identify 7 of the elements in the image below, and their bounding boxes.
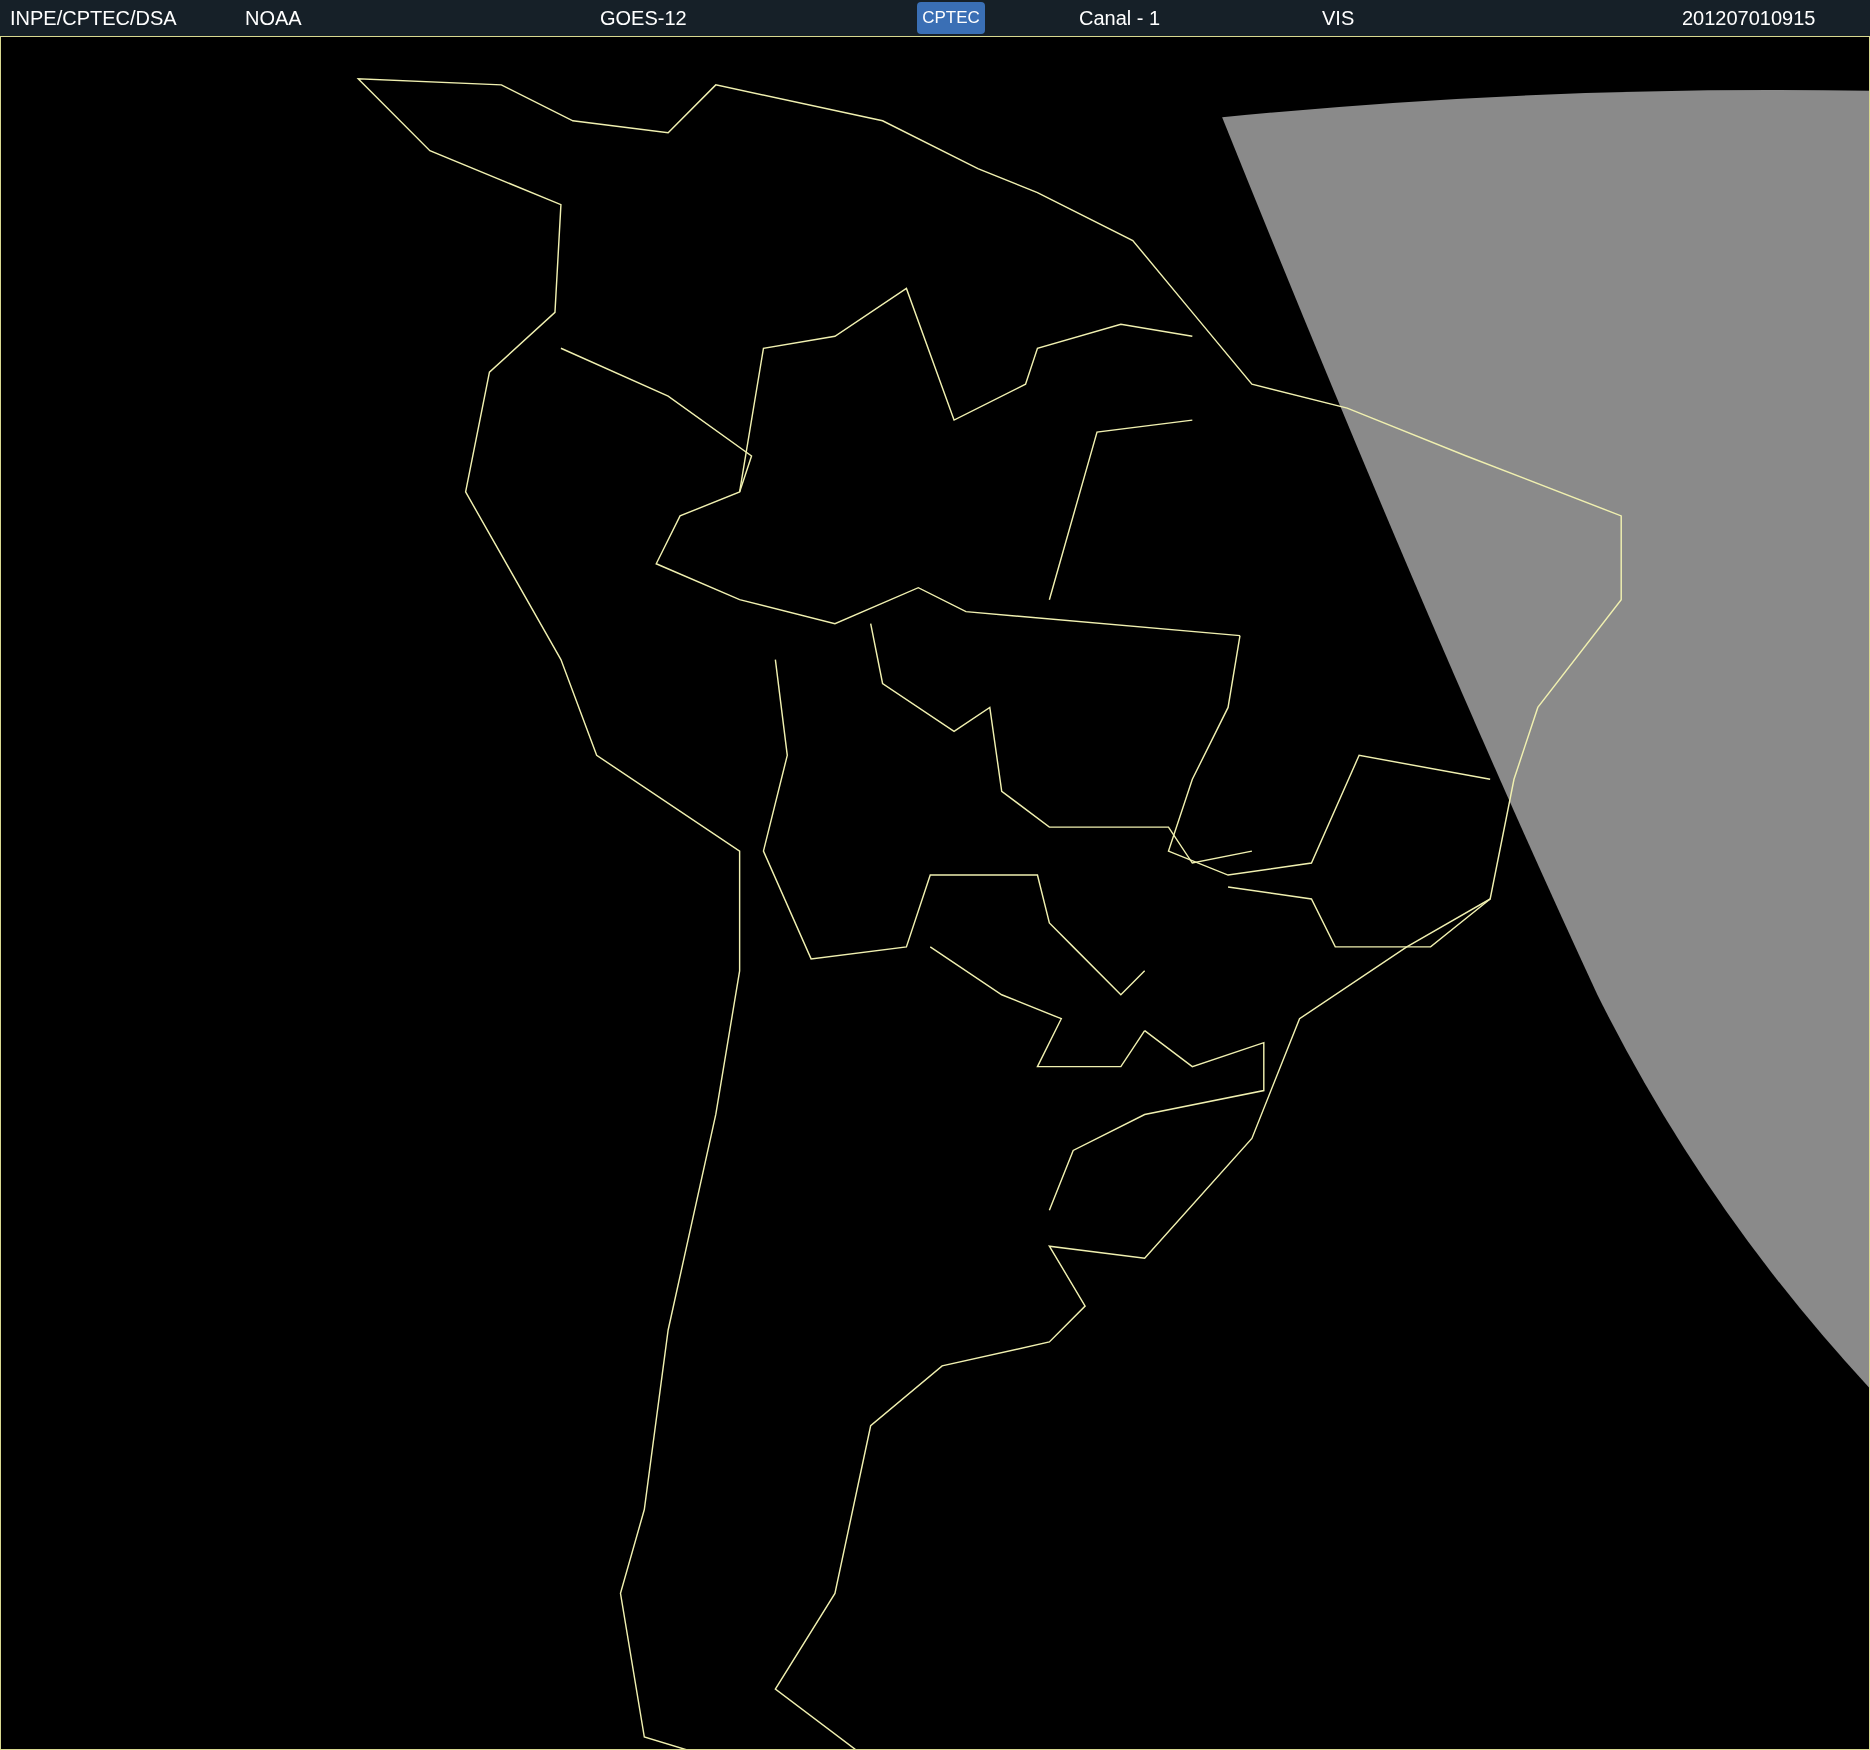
- logo: CPTEC: [917, 2, 985, 34]
- source-label: INPE/CPTEC/DSA: [10, 8, 178, 28]
- agency-label: NOAA: [245, 8, 303, 28]
- channel-label: Canal - 1: [1079, 8, 1162, 28]
- satellite-label: GOES-12: [600, 8, 688, 28]
- band-label: VIS: [1322, 8, 1356, 28]
- timestamp-label: 201207010915: [1682, 8, 1816, 28]
